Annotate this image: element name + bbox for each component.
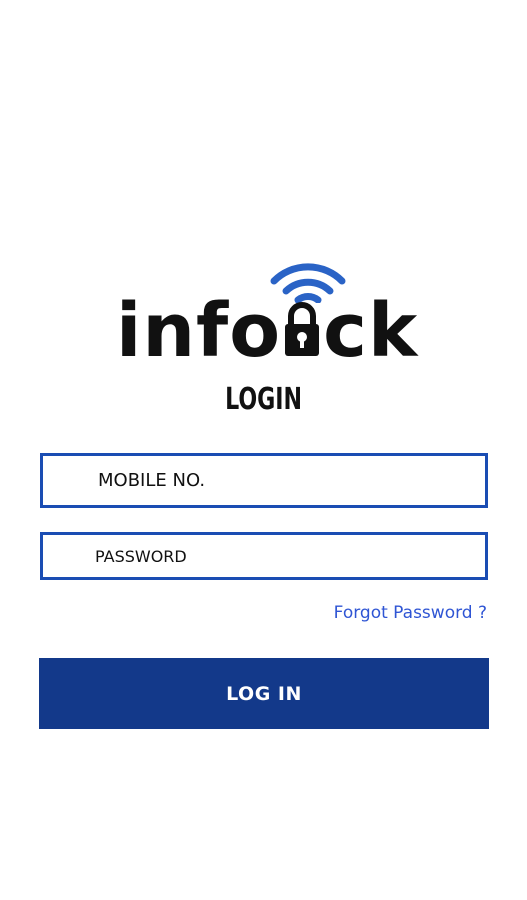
password-input[interactable] [43,535,485,577]
mobile-input[interactable] [43,456,485,505]
page-title: LOGIN [225,382,303,417]
logo: info ck LOGIN [0,255,527,417]
password-field-container [40,532,488,580]
logo-text-suffix: ck [323,288,419,374]
mobile-field-container [40,453,488,508]
login-button[interactable]: LOG IN [39,658,489,729]
logo-wordmark: info ck [116,288,419,374]
forgot-password-link[interactable]: Forgot Password ? [334,603,487,623]
padlock-icon [282,298,322,356]
logo-text-prefix: info [116,288,282,374]
